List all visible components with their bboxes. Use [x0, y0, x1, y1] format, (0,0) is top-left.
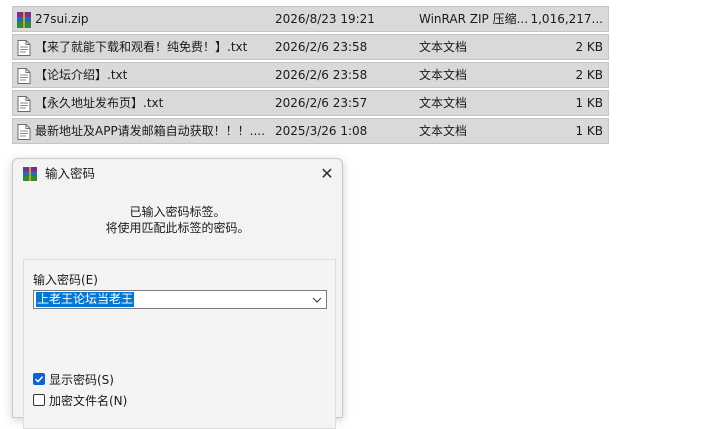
file-type: 文本文档: [419, 68, 468, 82]
password-combobox[interactable]: 上老王论坛当老王: [33, 290, 327, 309]
password-panel: 输入密码(E) 上老王论坛当老王 显示密码(S) 加密文件名(N): [23, 259, 336, 429]
file-row[interactable]: 【永久地址发布页】.txt 2026/2/6 23:57 文本文档 1 KB: [12, 90, 609, 116]
text-file-icon: [17, 96, 31, 112]
file-date: 2026/8/23 19:21: [275, 12, 375, 26]
file-type: 文本文档: [419, 96, 468, 110]
file-size: 1,016,217...: [530, 12, 603, 26]
dialog-message-line1: 已输入密码标签。: [129, 205, 226, 219]
text-file-icon: [17, 68, 31, 84]
file-type: 文本文档: [419, 40, 468, 54]
file-date: 2026/2/6 23:58: [275, 68, 368, 82]
file-size: 2 KB: [575, 68, 603, 82]
dialog-titlebar[interactable]: 输入密码 ✕: [13, 159, 342, 189]
file-date: 2026/2/6 23:57: [275, 96, 368, 110]
file-row[interactable]: 最新地址及APP请发邮箱自动获取！！！.... 2025/3/26 1:08 文…: [12, 118, 609, 144]
file-row[interactable]: 27sui.zip 2026/8/23 19:21 WinRAR ZIP 压缩.…: [12, 6, 609, 32]
file-name: 27sui.zip: [35, 12, 89, 26]
dialog-title: 输入密码: [45, 166, 96, 181]
winrar-app-icon: [22, 166, 38, 182]
password-label: 输入密码(E): [33, 273, 98, 287]
winrar-archive-icon: [17, 12, 31, 28]
encrypt-names-label: 加密文件名(N): [49, 394, 128, 408]
file-date: 2026/2/6 23:58: [275, 40, 368, 54]
file-size: 1 KB: [575, 124, 603, 138]
file-date: 2025/3/26 1:08: [275, 124, 368, 138]
file-type: WinRAR ZIP 压缩...: [419, 12, 529, 26]
text-file-icon: [17, 40, 31, 56]
file-row[interactable]: 【论坛介绍】.txt 2026/2/6 23:58 文本文档 2 KB: [12, 62, 609, 88]
password-dialog: 输入密码 ✕ 已输入密码标签。 将使用匹配此标签的密码。 输入密码(E) 上老王…: [12, 158, 343, 429]
file-name: 【永久地址发布页】.txt: [35, 96, 164, 110]
password-input-value[interactable]: 上老王论坛当老王: [36, 292, 135, 307]
chevron-down-icon[interactable]: [311, 292, 323, 307]
show-password-label: 显示密码(S): [49, 373, 114, 387]
file-name: 最新地址及APP请发邮箱自动获取！！！....: [35, 124, 265, 138]
file-row[interactable]: 【来了就能下载和观看！纯免费！】.txt 2026/2/6 23:58 文本文档…: [12, 34, 609, 60]
file-size: 2 KB: [575, 40, 603, 54]
dialog-message-line2: 将使用匹配此标签的密码。: [105, 221, 250, 235]
file-list: 27sui.zip 2026/8/23 19:21 WinRAR ZIP 压缩.…: [12, 6, 609, 146]
checkbox-unchecked-icon[interactable]: [33, 394, 45, 406]
close-icon[interactable]: ✕: [312, 159, 342, 189]
file-name: 【论坛介绍】.txt: [35, 68, 128, 82]
file-type: 文本文档: [419, 124, 468, 138]
checkbox-checked-icon[interactable]: [33, 373, 45, 385]
file-name: 【来了就能下载和观看！纯免费！】.txt: [35, 40, 248, 54]
text-file-icon: [17, 124, 31, 140]
file-size: 1 KB: [575, 96, 603, 110]
